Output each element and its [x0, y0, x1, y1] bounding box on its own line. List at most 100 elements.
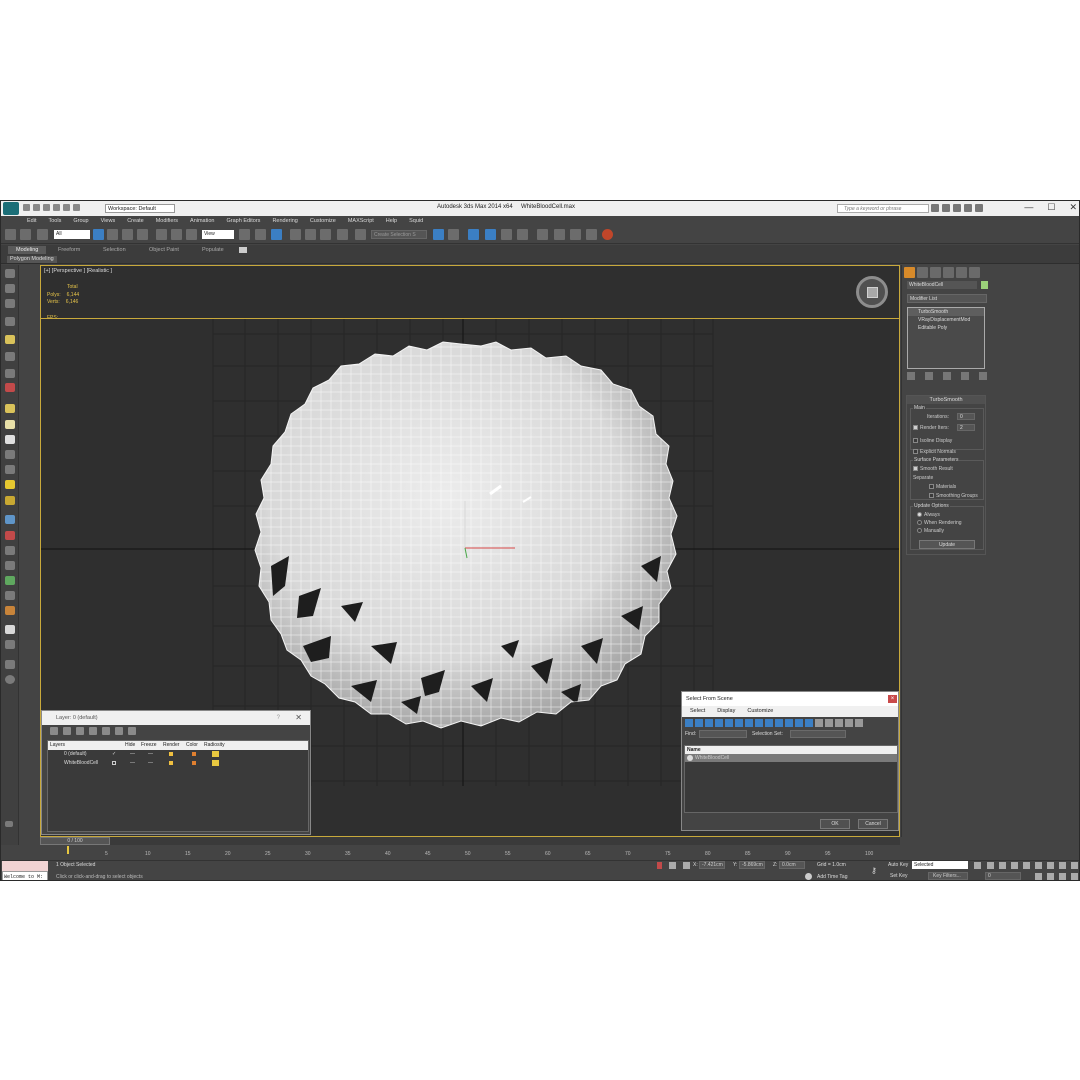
- window-crossing-icon[interactable]: [137, 229, 148, 240]
- list-item[interactable]: WhiteBloodCell: [685, 754, 897, 762]
- help-circle-icon[interactable]: [5, 675, 15, 684]
- helper-icon[interactable]: [5, 369, 15, 378]
- bone-icon[interactable]: [5, 531, 15, 540]
- tab-selection[interactable]: Selection: [103, 246, 126, 254]
- sun-icon[interactable]: [5, 480, 15, 489]
- ok-button[interactable]: OK: [820, 819, 850, 829]
- select-by-name-icon[interactable]: [107, 229, 118, 240]
- utilities-tab-icon[interactable]: [969, 267, 980, 278]
- time-slider[interactable]: 0 / 100: [40, 837, 900, 845]
- move-icon[interactable]: [156, 229, 167, 240]
- zoom-all-icon[interactable]: [1047, 862, 1054, 869]
- time-slider-knob[interactable]: 0 / 100: [40, 837, 110, 845]
- edit-named-selection-icon[interactable]: [355, 229, 366, 240]
- help-icon[interactable]: [975, 204, 983, 212]
- menu-maxscript[interactable]: MAXScript: [348, 216, 374, 226]
- selection-lock-icon[interactable]: [669, 862, 676, 869]
- delete-layer-icon[interactable]: [63, 727, 71, 735]
- command-list-icon[interactable]: [5, 640, 15, 649]
- stack-item-editable-poly[interactable]: Editable Poly: [908, 324, 984, 332]
- mirror-icon[interactable]: [433, 229, 444, 240]
- reference-coordinate-dropdown[interactable]: View: [202, 230, 234, 239]
- project-folder-icon[interactable]: [73, 204, 80, 211]
- make-unique-icon[interactable]: [943, 372, 951, 380]
- when-rendering-radio[interactable]: [917, 520, 922, 526]
- go-to-start-icon[interactable]: [974, 862, 981, 869]
- ribbon-toggle-icon[interactable]: [239, 247, 247, 253]
- table-row[interactable]: 0 (default) ✓ — —: [48, 750, 308, 759]
- save-file-icon[interactable]: [43, 204, 50, 211]
- display-invert-icon[interactable]: [825, 719, 833, 727]
- snaps-toggle-icon[interactable]: [290, 229, 301, 240]
- redo-icon[interactable]: [63, 204, 70, 211]
- render-teapot-icon[interactable]: [169, 761, 173, 765]
- scene-list-icon[interactable]: [5, 317, 15, 326]
- grid-icon[interactable]: [5, 299, 15, 308]
- menu-graph-editors[interactable]: Graph Editors: [227, 216, 261, 226]
- pyramid-icon[interactable]: [5, 561, 15, 570]
- transform-mode-icon[interactable]: [683, 862, 690, 869]
- polygon-modeling-panel[interactable]: Polygon Modeling: [7, 256, 57, 263]
- next-frame-icon[interactable]: [1011, 862, 1018, 869]
- menu-customize[interactable]: Customize: [310, 216, 336, 226]
- pan-view-icon[interactable]: [1047, 873, 1054, 880]
- smoothing-groups-checkbox[interactable]: [929, 493, 934, 499]
- pivot-center-icon[interactable]: [239, 229, 250, 240]
- layer-color-swatch[interactable]: [192, 761, 196, 765]
- unlink-icon[interactable]: [20, 229, 31, 240]
- geosphere-icon[interactable]: [5, 435, 15, 444]
- tab-object-paint[interactable]: Object Paint: [149, 246, 179, 254]
- teapot-icon[interactable]: [5, 450, 15, 459]
- display-frozen-icon[interactable]: [785, 719, 793, 727]
- material-editor-icon[interactable]: [554, 229, 565, 240]
- scene-states-icon[interactable]: [5, 625, 15, 634]
- display-tab-icon[interactable]: [956, 267, 967, 278]
- add-to-layer-icon[interactable]: [76, 727, 84, 735]
- spinner-snap-icon[interactable]: [337, 229, 348, 240]
- tab-populate[interactable]: Populate: [202, 246, 224, 254]
- maximize-toggle-icon[interactable]: [1071, 873, 1078, 880]
- radiosity-icon[interactable]: [212, 751, 219, 757]
- x-coordinate-field[interactable]: -7.421cm: [699, 861, 725, 869]
- select-in-layer-icon[interactable]: [89, 727, 97, 735]
- modify-tab-icon[interactable]: [917, 267, 928, 278]
- set-key-button[interactable]: Set Key: [890, 873, 908, 879]
- communication-icon[interactable]: [953, 204, 961, 212]
- go-to-end-icon[interactable]: [1023, 862, 1030, 869]
- torus-icon[interactable]: [5, 496, 15, 505]
- angle-snap-icon[interactable]: [305, 229, 316, 240]
- highlight-selected-icon[interactable]: [102, 727, 110, 735]
- particle-icon[interactable]: [5, 515, 15, 524]
- display-shapes-icon[interactable]: [695, 719, 703, 727]
- scale-icon[interactable]: [186, 229, 197, 240]
- find-input[interactable]: [699, 730, 747, 738]
- materials-checkbox[interactable]: [929, 484, 934, 490]
- motion-tab-icon[interactable]: [943, 267, 954, 278]
- col-radiosity[interactable]: Radiosity: [204, 742, 225, 748]
- tab-modeling[interactable]: Modeling: [8, 246, 47, 254]
- crowd-icon[interactable]: [5, 606, 15, 615]
- col-color[interactable]: Color: [186, 742, 198, 748]
- layer-freeze-value[interactable]: —: [130, 751, 135, 757]
- statistics-icon[interactable]: [5, 660, 15, 669]
- always-radio[interactable]: [917, 512, 922, 518]
- keyboard-shortcut-override-icon[interactable]: [271, 229, 282, 240]
- minimize-button[interactable]: —: [1024, 202, 1033, 213]
- track-bar[interactable]: 5 10 15 20 25 30 35 40 45 50 55 60 65 70…: [40, 846, 880, 859]
- display-xrefs-icon[interactable]: [755, 719, 763, 727]
- name-column-header[interactable]: Name: [685, 746, 897, 754]
- rendered-frame-window-icon[interactable]: [586, 229, 597, 240]
- layer-manager-icon[interactable]: [485, 229, 496, 240]
- iterations-spinner[interactable]: 0: [957, 413, 975, 420]
- radiosity-icon[interactable]: [212, 760, 219, 766]
- graphite-toolbox-icon[interactable]: [501, 229, 512, 240]
- sphere-icon[interactable]: [5, 420, 15, 429]
- ik-icon[interactable]: [5, 546, 15, 555]
- field-of-view-icon[interactable]: [1035, 873, 1042, 880]
- col-freeze[interactable]: Freeze: [141, 742, 157, 748]
- object-name-field[interactable]: WhiteBloodCell: [907, 281, 977, 289]
- key-icon[interactable]: ⚷: [871, 866, 877, 875]
- help-search-input[interactable]: Type a keyword or phrase: [837, 204, 929, 213]
- columns-icon[interactable]: [855, 719, 863, 727]
- workspace-dropdown[interactable]: Workspace: Default: [105, 204, 175, 213]
